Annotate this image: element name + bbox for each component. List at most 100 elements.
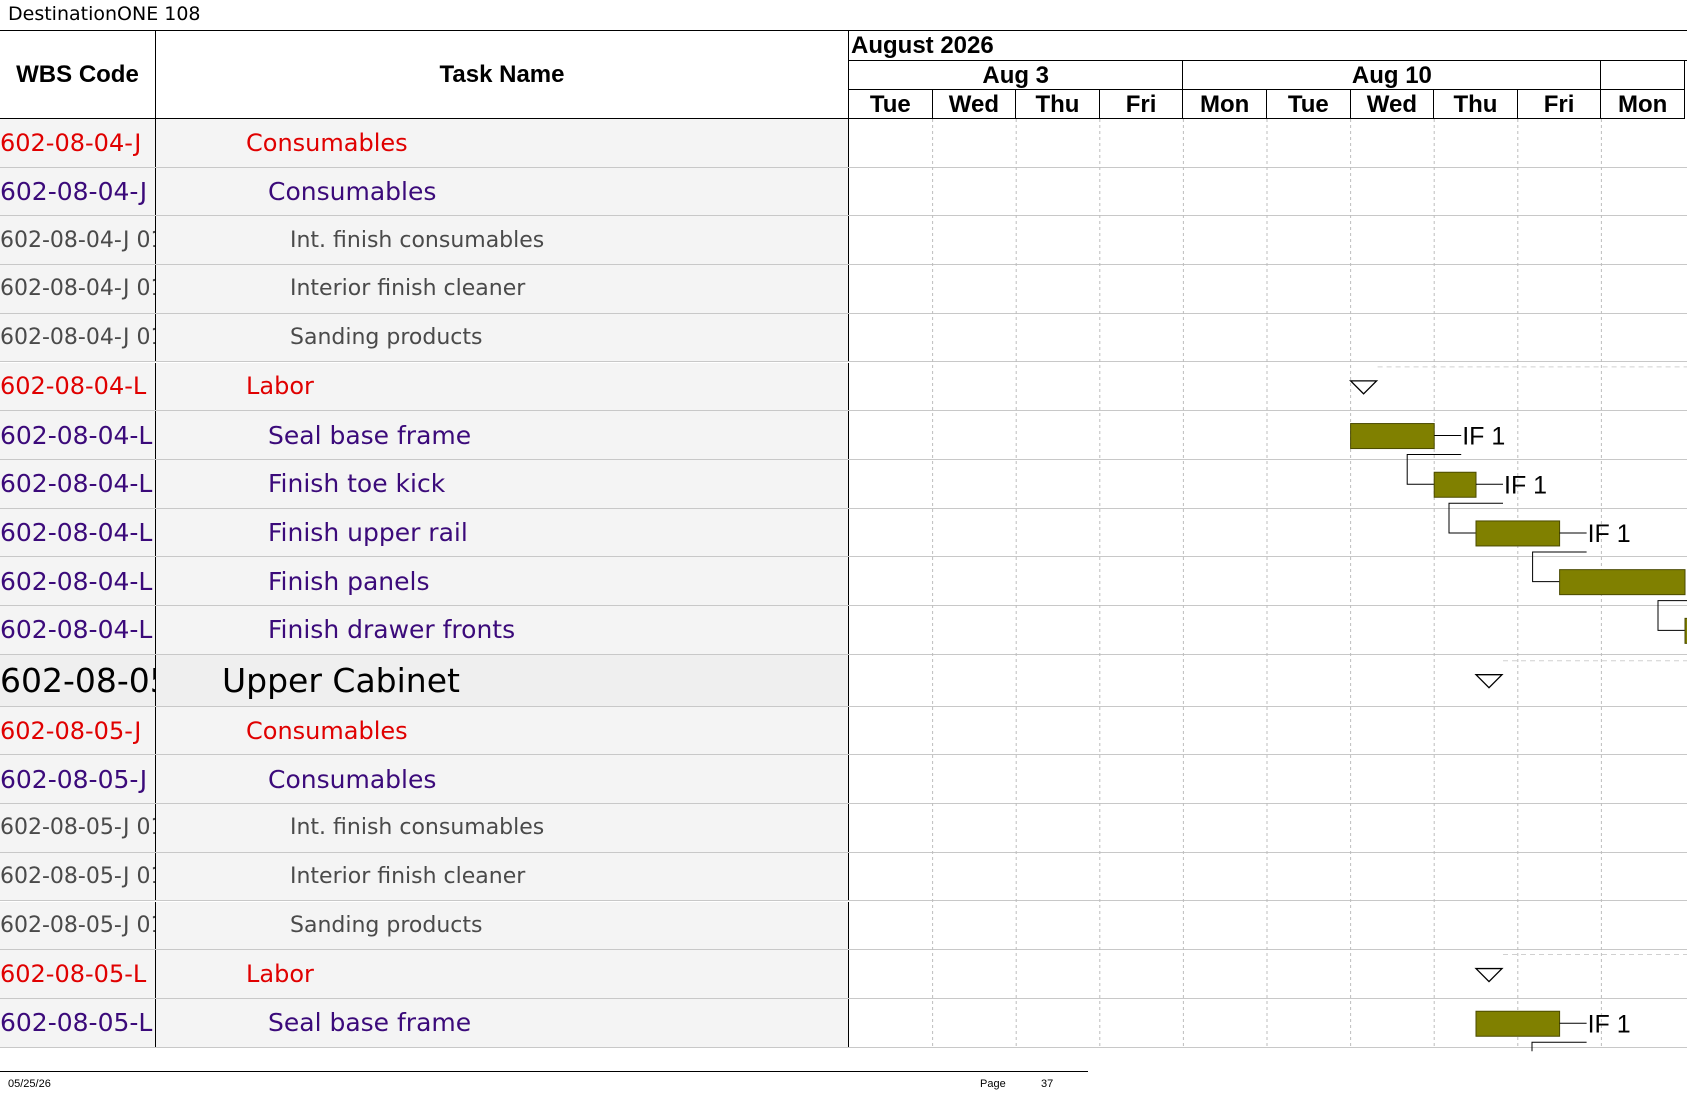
footer-page-label: Page	[980, 1078, 1006, 1090]
wbs-code: 602-08-04-J 01	[0, 276, 156, 302]
task-row[interactable]: 602-08-05 Upper Cabinet	[0, 654, 1687, 707]
task-name-cell: Finish drawer fronts	[156, 606, 849, 654]
task-row[interactable]: 602-08-04-J Consumables	[0, 119, 1687, 168]
task-name: Seal base frame	[268, 420, 472, 450]
task-row[interactable]: 602-08-05-J 01 Sanding products	[0, 901, 1687, 951]
task-name: Sanding products	[290, 325, 483, 351]
task-name-cell: Sanding products	[156, 901, 849, 950]
task-name: Finish panels	[268, 566, 430, 596]
task-name: Consumables	[246, 716, 408, 745]
timeline-day: Mon	[1183, 90, 1267, 119]
task-row[interactable]: 602-08-05-J Consumables	[0, 706, 1687, 756]
timeline-week: Aug 10	[1183, 61, 1602, 90]
task-name: Labor	[246, 372, 314, 401]
wbs-cell: 602-08-04-L	[0, 411, 156, 459]
timeline-day: Tue	[849, 90, 933, 119]
task-name: Consumables	[246, 128, 408, 157]
wbs-code: 602-08-05-J 01	[0, 815, 156, 841]
task-name-cell: Consumables	[156, 167, 849, 216]
task-name: Finish drawer fronts	[268, 615, 516, 645]
task-row[interactable]: 602-08-05-L Seal base frame	[0, 998, 1687, 1048]
wbs-column-header[interactable]: WBS Code	[0, 31, 156, 119]
wbs-cell: 602-08-04-J 01	[0, 265, 156, 313]
task-name-cell: Interior finish cleaner	[156, 852, 849, 901]
footer-rule	[0, 1071, 1088, 1072]
task-column-header[interactable]: Task Name	[156, 31, 849, 119]
task-name-cell: Interior finish cleaner	[156, 265, 849, 313]
wbs-code: 602-08-05-J	[0, 716, 142, 745]
wbs-cell: 602-08-05-J 01	[0, 901, 156, 950]
wbs-cell: 602-08-04-J 0	[0, 167, 156, 216]
task-name-cell: Int. finish consumables	[156, 216, 849, 265]
wbs-code: 602-08-04-L	[0, 469, 153, 499]
timeline-day: Thu	[1016, 90, 1100, 119]
task-name-cell: Consumables	[156, 755, 849, 804]
wbs-code: 602-08-04-L	[0, 517, 153, 547]
timeline-day: Mon	[1601, 90, 1685, 119]
task-row[interactable]: 602-08-05-J 0 Consumables	[0, 755, 1687, 805]
task-name-cell: Sanding products	[156, 313, 849, 362]
wbs-cell: 602-08-05	[0, 654, 156, 706]
wbs-cell: 602-08-05-J	[0, 706, 156, 755]
task-name-cell: Finish upper rail	[156, 508, 849, 557]
task-name-cell: Consumables	[156, 706, 849, 755]
timeline-month: August 2026	[849, 31, 1687, 61]
task-row[interactable]: 602-08-05-J 01 Int. finish consumables	[0, 804, 1687, 853]
task-row[interactable]: 602-08-04-J 01 Interior finish cleaner	[0, 265, 1687, 314]
wbs-cell: 602-08-05-J 01	[0, 804, 156, 852]
task-name-cell: Finish panels	[156, 557, 849, 605]
task-name-cell: Upper Cabinet	[156, 654, 849, 706]
wbs-code: 602-08-05-J 01	[0, 912, 156, 938]
task-row[interactable]: 602-08-04-L Finish drawer fronts	[0, 606, 1687, 655]
task-row[interactable]: 602-08-04-J 0 Consumables	[0, 167, 1687, 217]
timeline-day: Wed	[932, 90, 1017, 119]
task-name: Seal base frame	[268, 1008, 472, 1038]
task-name: Int. finish consumables	[290, 815, 545, 841]
wbs-code: 602-08-04-J 01	[0, 227, 156, 253]
task-row[interactable]: 602-08-05-L Labor	[0, 950, 1687, 999]
wbs-code: 602-08-04-L	[0, 566, 153, 596]
task-name-cell: Labor	[156, 950, 849, 998]
task-name-cell: Finish toe kick	[156, 459, 849, 508]
timeline-day: Tue	[1267, 90, 1351, 119]
wbs-code: 602-08-05-J 01	[0, 864, 156, 890]
wbs-cell: 602-08-05-J 0	[0, 755, 156, 804]
wbs-code: 602-08-04-J 0	[0, 177, 156, 207]
wbs-code: 602-08-04-J 01	[0, 325, 156, 351]
gantt-sheet: WBS Code Task Name August 2026 Aug 3 Tue W…	[0, 30, 1687, 1059]
task-name: Consumables	[268, 177, 437, 207]
task-name: Finish upper rail	[268, 517, 468, 547]
wbs-cell: 602-08-04-L	[0, 557, 156, 605]
wbs-cell: 602-08-05-L	[0, 950, 156, 998]
task-row[interactable]: 602-08-04-J 01 Sanding products	[0, 313, 1687, 363]
task-name-cell: Int. finish consumables	[156, 804, 849, 852]
timeline-day: Thu	[1434, 90, 1518, 119]
timeline-week	[1601, 61, 1685, 90]
task-name: Interior finish cleaner	[290, 864, 526, 890]
task-row[interactable]: 602-08-04-J 01 Int. finish consumables	[0, 216, 1687, 266]
task-row[interactable]: 602-08-05-J 01 Interior finish cleaner	[0, 852, 1687, 902]
task-row[interactable]: 602-08-04-L Finish panels	[0, 557, 1687, 606]
task-grid: 602-08-04-J Consumables 602-08-04-J 0 Consu…	[0, 119, 1687, 1059]
task-row[interactable]: 602-08-04-L Finish upper rail	[0, 508, 1687, 558]
wbs-cell: 602-08-04-L	[0, 362, 156, 411]
task-row[interactable]: 602-08-04-L Finish toe kick	[0, 459, 1687, 509]
wbs-cell: 602-08-04-L	[0, 459, 156, 508]
task-name: Interior finish cleaner	[290, 276, 526, 302]
task-name: Upper Cabinet	[222, 660, 460, 700]
task-name: Finish toe kick	[268, 469, 446, 499]
wbs-code: 602-08-05	[0, 660, 156, 700]
timeline-day: Wed	[1350, 90, 1435, 119]
task-name-cell: Seal base frame	[156, 411, 849, 459]
task-row[interactable]: 602-08-04-L Seal base frame	[0, 411, 1687, 460]
wbs-cell: 602-08-04-L	[0, 508, 156, 557]
task-name-cell: Seal base frame	[156, 998, 849, 1047]
wbs-code: 602-08-05-J 0	[0, 764, 156, 794]
timeline-week: Aug 3	[849, 61, 1184, 90]
task-row[interactable]: 602-08-04-L Labor	[0, 362, 1687, 412]
wbs-code: 602-08-05-L	[0, 1008, 153, 1038]
wbs-code: 602-08-04-J	[0, 128, 142, 157]
task-name: Int. finish consumables	[290, 227, 545, 253]
wbs-code: 602-08-04-L	[0, 615, 153, 645]
document-title: DestinationONE 108	[8, 3, 201, 25]
